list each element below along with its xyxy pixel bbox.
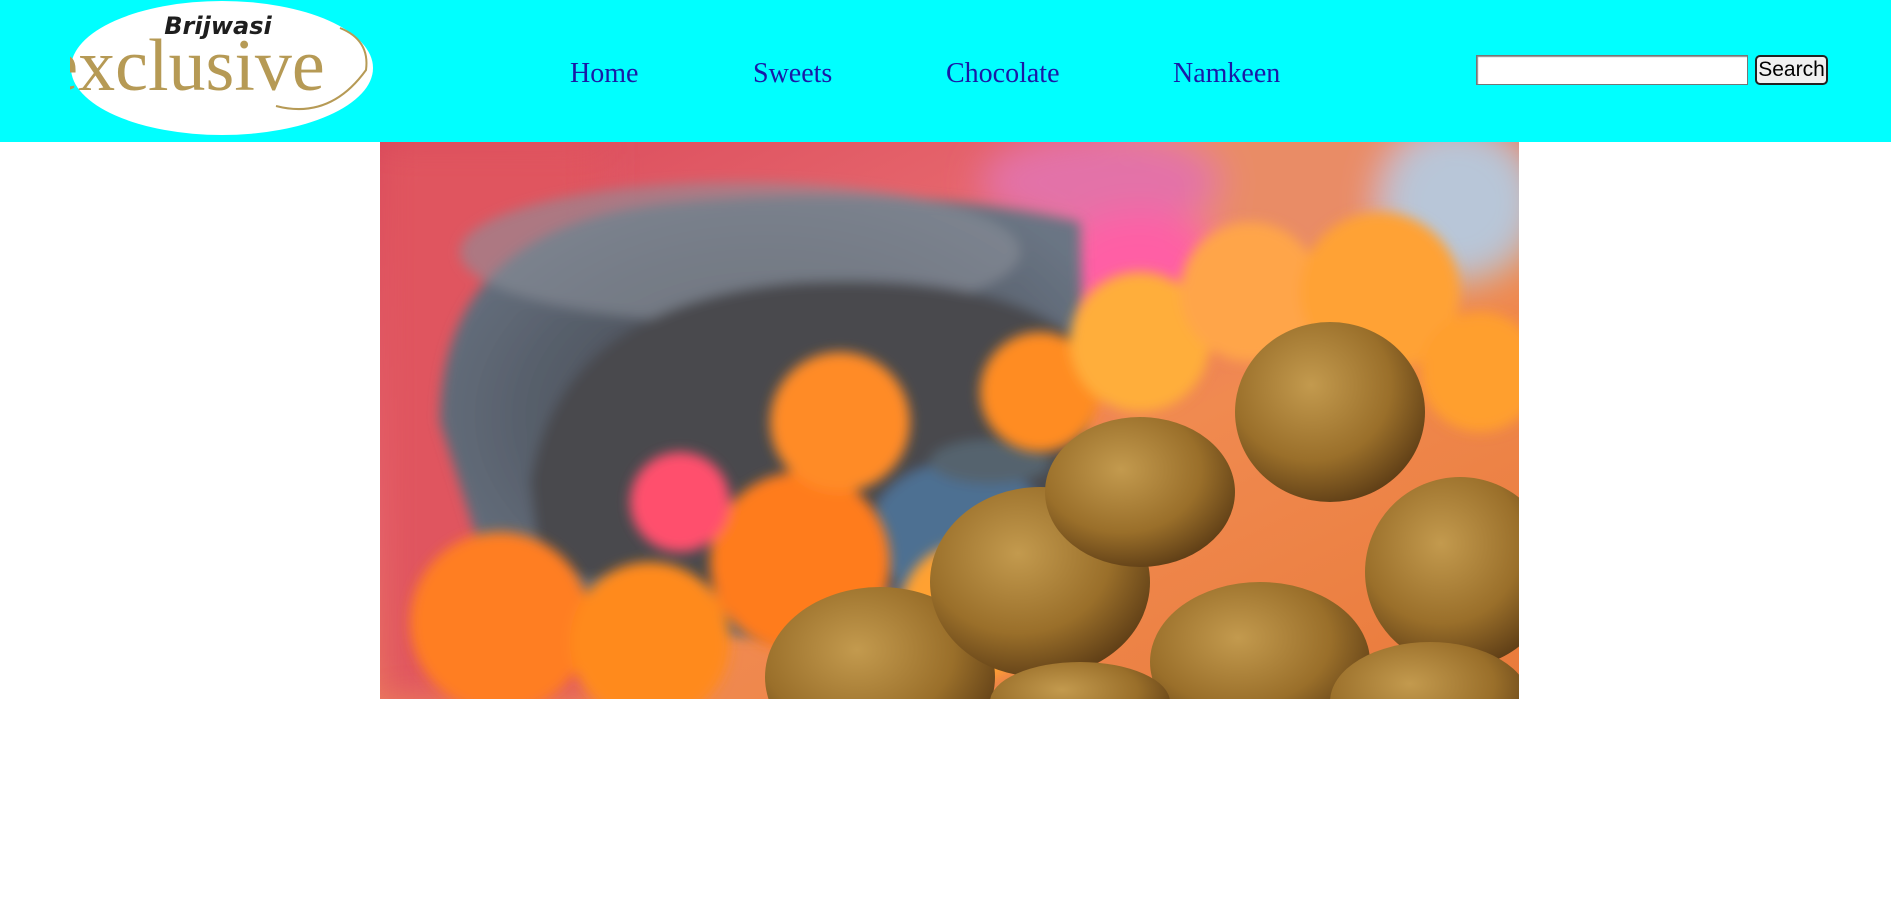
nav-namkeen-link[interactable]: Namkeen [1173,58,1280,90]
nav-home-link[interactable]: Home [570,58,638,90]
nav-chocolate-link[interactable]: Chocolate [946,58,1060,90]
brand-logo[interactable]: Brijwasi exclusive [45,0,374,136]
search-input[interactable] [1476,55,1748,85]
search-button[interactable]: Search [1755,55,1828,85]
site-header: Brijwasi exclusive Home Sweets Chocolate… [0,0,1891,142]
laddoo-marigold-photo [380,142,1519,699]
svg-text:exclusive: exclusive [70,25,325,107]
logo-graphic: Brijwasi exclusive [45,1,373,135]
hero-image [380,142,1519,699]
nav-sweets-link[interactable]: Sweets [753,58,832,90]
